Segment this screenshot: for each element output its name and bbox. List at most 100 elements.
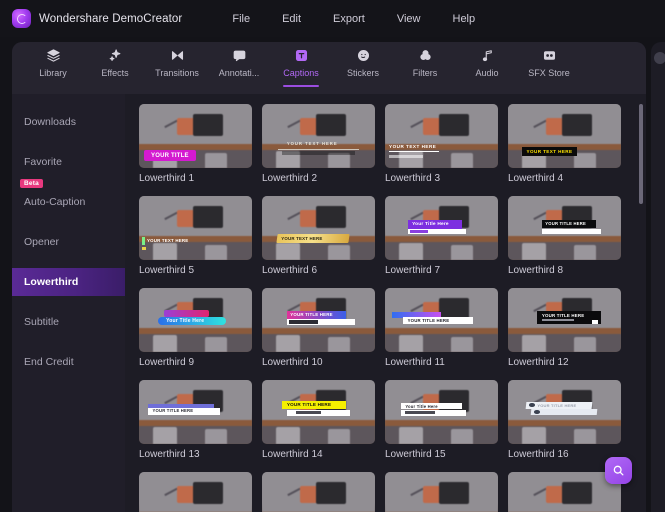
template-thumbnail[interactable]	[385, 472, 498, 512]
sticker-face-icon	[356, 47, 371, 64]
template-card-label: Lowerthird 6	[262, 265, 318, 276]
template-thumbnail[interactable]: YOUR TEXT HERE	[262, 196, 375, 260]
template-thumbnail[interactable]: YOUR TEXT HERE	[508, 104, 621, 168]
sidebar-item-label: Downloads	[24, 116, 76, 128]
transitions-icon	[171, 51, 183, 60]
template-card[interactable]: YOUR TEXT HERE Lowerthird 4	[508, 104, 621, 184]
template-card[interactable]: YOUR TITLE Lowerthird 1	[139, 104, 252, 184]
tab-stickers[interactable]: Stickers	[332, 42, 394, 78]
vertical-scrollbar[interactable]	[639, 104, 643, 502]
template-card-partial[interactable]	[139, 472, 252, 512]
sidebar-item-downloads[interactable]: Downloads	[12, 108, 125, 136]
template-card-label: Lowerthird 14	[262, 449, 323, 460]
template-thumbnail[interactable]: YOUR TITLE HERE	[262, 288, 375, 352]
template-card[interactable]: Your Title Here Lowerthird 15	[385, 380, 498, 460]
template-card[interactable]: YOUR TEXT HERE Lowerthird 6	[262, 196, 375, 276]
thumbnail-overlay-text: YOUR TEXT HERE	[286, 141, 338, 147]
template-card-partial[interactable]	[508, 472, 621, 512]
tab-library[interactable]: Library	[22, 42, 84, 78]
template-card-label: Lowerthird 15	[385, 449, 446, 460]
template-card[interactable]: YOUR TITLE HERE Lowerthird 11	[385, 288, 498, 368]
search-button[interactable]	[605, 457, 632, 484]
template-card[interactable]: YOUR TEXT HERE Lowerthird 5	[139, 196, 252, 276]
template-thumbnail[interactable]: YOUR TITLE HERE	[508, 380, 621, 444]
template-thumbnail[interactable]: YOUR TITLE HERE	[262, 380, 375, 444]
menu-item-export[interactable]: Export	[317, 9, 381, 29]
menu-item-help[interactable]: Help	[437, 9, 492, 29]
tab-effects[interactable]: Effects	[84, 42, 146, 78]
thumbnail-overlay-text: YOUR TITLE HERE	[152, 408, 194, 414]
thumbnail-overlay-text: Your Title Here	[405, 404, 438, 409]
tab-captions[interactable]: Captions	[270, 42, 332, 87]
template-thumbnail[interactable]: YOUR TITLE HERE	[385, 288, 498, 352]
filters-circles-icon	[418, 47, 433, 64]
template-card[interactable]: YOUR TEXT HERE Lowerthird 2	[262, 104, 375, 184]
overlay-subtitle-band	[530, 409, 597, 416]
template-thumbnail[interactable]: Your Title Here	[385, 380, 498, 444]
template-card[interactable]: Your Title Here Lowerthird 9	[139, 288, 252, 368]
title-bar: Wondershare DemoCreator File Edit Export Vi…	[0, 0, 665, 37]
menu-bar: File Edit Export View Help	[216, 9, 491, 29]
overlay-rule	[389, 151, 439, 153]
template-card-label: Lowerthird 2	[262, 173, 318, 184]
template-thumbnail[interactable]: YOUR TITLE HERE	[508, 288, 621, 352]
tab-label: Stickers	[346, 68, 379, 78]
thumbnail-overlay-text: YOUR TITLE	[144, 150, 196, 161]
menu-item-view[interactable]: View	[381, 9, 437, 29]
template-thumbnail[interactable]: YOUR TEXT HERE	[139, 196, 252, 260]
template-thumbnail[interactable]: YOUR TEXT HERE	[385, 104, 498, 168]
thumbnail-overlay: Your Title Here	[385, 380, 498, 444]
sidebar-item-label: Opener	[24, 236, 60, 248]
template-card[interactable]: YOUR TITLE HERE Lowerthird 13	[139, 380, 252, 460]
sidebar-item-favorite[interactable]: Favorite	[12, 148, 125, 176]
template-card[interactable]: YOUR TITLE HERE Lowerthird 12	[508, 288, 621, 368]
template-card[interactable]: YOUR TITLE HERE Lowerthird 8	[508, 196, 621, 276]
template-card-partial[interactable]	[385, 472, 498, 512]
template-thumbnail[interactable]: YOUR TITLE HERE	[508, 196, 621, 260]
tab-audio[interactable]: Audio	[456, 42, 518, 78]
menu-item-file[interactable]: File	[216, 9, 266, 29]
tab-sfxstore[interactable]: SFX Store	[518, 42, 580, 78]
thumbnail-overlay: Your Title Here	[385, 196, 498, 260]
tab-filters[interactable]: Filters	[394, 42, 456, 78]
adjacent-panel-sliver	[651, 42, 665, 512]
template-card[interactable]: Your Title Here Lowerthird 7	[385, 196, 498, 276]
template-grid-area: YOUR TITLE Lowerthird 1 YOUR TEXT HERE L…	[125, 94, 646, 512]
template-card-label: Lowerthird 3	[385, 173, 441, 184]
sticker-face-icon	[357, 49, 369, 62]
tab-label: Library	[39, 68, 67, 78]
template-thumbnail[interactable]	[262, 472, 375, 512]
tab-transitions[interactable]: Transitions	[146, 42, 208, 78]
sidebar-item-lowerthird[interactable]: Lowerthird	[12, 268, 125, 296]
template-card[interactable]: YOUR TEXT HERE Lowerthird 3	[385, 104, 498, 184]
sidebar-item-subtitle[interactable]: Subtitle	[12, 308, 125, 336]
thumbnail-overlay: YOUR TITLE HERE	[508, 380, 621, 444]
caption-t-icon	[295, 49, 307, 62]
template-card-label: Lowerthird 5	[139, 265, 195, 276]
tab-label: Annotati...	[218, 68, 260, 78]
template-card-partial[interactable]	[262, 472, 375, 512]
menu-item-edit[interactable]: Edit	[266, 9, 317, 29]
template-card[interactable]: YOUR TITLE HERE Lowerthird 14	[262, 380, 375, 460]
template-thumbnail[interactable]: Your Title Here	[385, 196, 498, 260]
template-card[interactable]: YOUR TITLE HERE Lowerthird 16	[508, 380, 621, 460]
template-thumbnail[interactable]: YOUR TEXT HERE	[262, 104, 375, 168]
sidebar-item-label: End Credit	[24, 356, 74, 368]
sidebar-item-endcredit[interactable]: End Credit	[12, 348, 125, 376]
overlay-subtitle-accent	[289, 320, 319, 324]
template-thumbnail[interactable]: YOUR TITLE	[139, 104, 252, 168]
scrollbar-thumb[interactable]	[639, 104, 643, 204]
sidebar-item-autocaption[interactable]: Beta Auto-Caption	[12, 179, 125, 216]
template-thumbnail[interactable]	[508, 472, 621, 512]
thumbnail-overlay: YOUR TEXT HERE	[508, 104, 621, 168]
template-card[interactable]: YOUR TITLE HERE Lowerthird 10	[262, 288, 375, 368]
sidebar-item-opener[interactable]: Opener	[12, 228, 125, 256]
layers-icon	[46, 47, 61, 64]
template-thumbnail[interactable]: YOUR TITLE HERE	[139, 380, 252, 444]
tab-annotati[interactable]: Annotati...	[208, 42, 270, 78]
template-card-label: Lowerthird 11	[385, 357, 445, 368]
template-thumbnail[interactable]	[139, 472, 252, 512]
music-note-icon	[482, 50, 492, 62]
template-grid: YOUR TITLE Lowerthird 1 YOUR TEXT HERE L…	[125, 94, 646, 512]
template-thumbnail[interactable]: Your Title Here	[139, 288, 252, 352]
